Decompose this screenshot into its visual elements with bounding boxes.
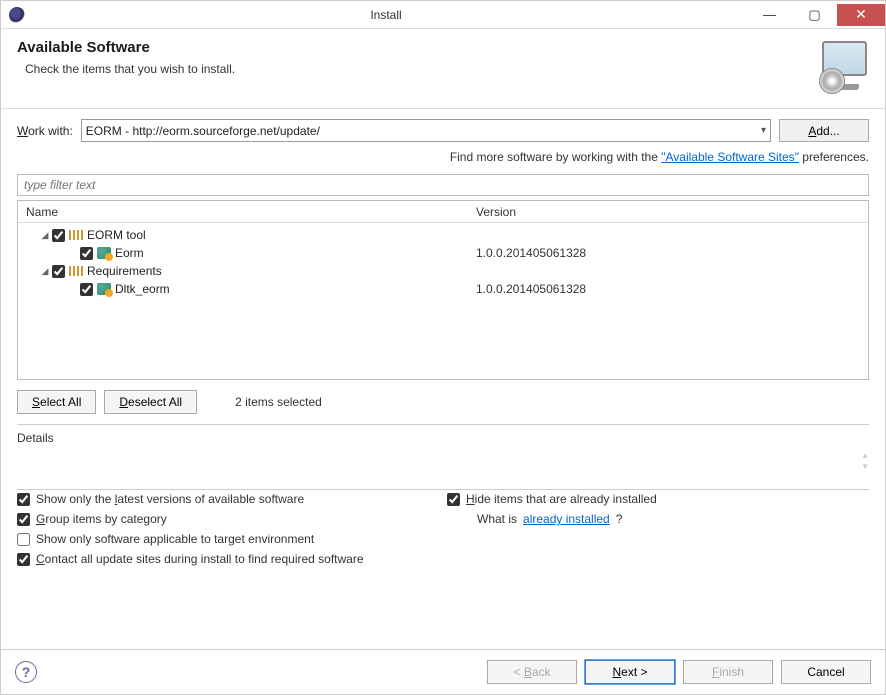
back-button[interactable]: < Back: [487, 660, 577, 684]
group-category-option[interactable]: Group items by category: [17, 512, 447, 526]
finish-button[interactable]: Finish: [683, 660, 773, 684]
help-icon[interactable]: ?: [15, 661, 37, 683]
cancel-button[interactable]: Cancel: [781, 660, 871, 684]
selection-row: Select All Deselect All 2 items selected: [1, 388, 885, 424]
close-button[interactable]: ✕: [837, 4, 885, 26]
find-more-hint: Find more software by working with the A…: [1, 146, 885, 174]
minimize-button[interactable]: —: [747, 4, 792, 26]
filter-input[interactable]: [17, 174, 869, 196]
column-name[interactable]: Name: [18, 205, 468, 219]
expand-toggle-icon[interactable]: ◢: [38, 266, 52, 277]
software-tree[interactable]: Name Version ◢EORM tool Eorm 1.0.0.20140…: [17, 200, 869, 380]
feature-icon: [97, 283, 111, 295]
add-site-button[interactable]: Add...: [779, 119, 869, 142]
wizard-button-bar: ? < Back Next > Finish Cancel: [1, 649, 885, 694]
titlebar: Install — ▢ ✕: [1, 1, 885, 29]
tree-category[interactable]: ◢Requirements: [18, 262, 868, 280]
tree-header: Name Version: [18, 201, 868, 223]
available-sites-link[interactable]: Available Software Sites: [661, 150, 799, 164]
category-icon: [69, 266, 83, 276]
show-latest-option[interactable]: Show only the latest versions of availab…: [17, 492, 447, 506]
app-icon: [9, 7, 25, 23]
hide-installed-option[interactable]: Hide items that are already installed: [447, 492, 869, 506]
item-checkbox[interactable]: [80, 283, 93, 296]
details-textarea[interactable]: ▲▼: [17, 449, 869, 479]
page-title: Available Software: [17, 39, 809, 56]
column-version[interactable]: Version: [468, 205, 868, 219]
selection-count: 2 items selected: [235, 395, 322, 409]
category-checkbox[interactable]: [52, 229, 65, 242]
already-installed-link[interactable]: already installed: [523, 512, 610, 526]
tree-category[interactable]: ◢EORM tool: [18, 226, 868, 244]
details-label: Details: [1, 425, 885, 447]
target-env-option[interactable]: Show only software applicable to target …: [17, 532, 447, 546]
tree-item[interactable]: Dltk_eorm 1.0.0.201405061328: [18, 280, 868, 298]
contact-sites-option[interactable]: Contact all update sites during install …: [17, 552, 447, 566]
category-checkbox[interactable]: [52, 265, 65, 278]
feature-icon: [97, 247, 111, 259]
page-subtitle: Check the items that you wish to install…: [25, 62, 809, 76]
work-with-row: Work with: EORM - http://eorm.sourceforg…: [1, 109, 885, 146]
what-is-installed: What is already installed?: [477, 512, 869, 526]
item-checkbox[interactable]: [80, 247, 93, 260]
tree-item[interactable]: Eorm 1.0.0.201405061328: [18, 244, 868, 262]
maximize-button[interactable]: ▢: [792, 4, 837, 26]
category-icon: [69, 230, 83, 240]
next-button[interactable]: Next >: [585, 660, 675, 684]
work-with-combobox[interactable]: EORM - http://eorm.sourceforge.net/updat…: [81, 119, 771, 142]
work-with-label: Work with:: [17, 124, 73, 138]
install-wizard-icon: [809, 39, 869, 94]
expand-toggle-icon[interactable]: ◢: [38, 230, 52, 241]
scroll-icon: ▲▼: [861, 451, 869, 471]
window-title: Install: [25, 8, 747, 22]
dialog-header: Available Software Check the items that …: [1, 29, 885, 109]
select-all-button[interactable]: Select All: [17, 390, 96, 414]
options-section: Show only the latest versions of availab…: [1, 490, 885, 574]
deselect-all-button[interactable]: Deselect All: [104, 390, 197, 414]
